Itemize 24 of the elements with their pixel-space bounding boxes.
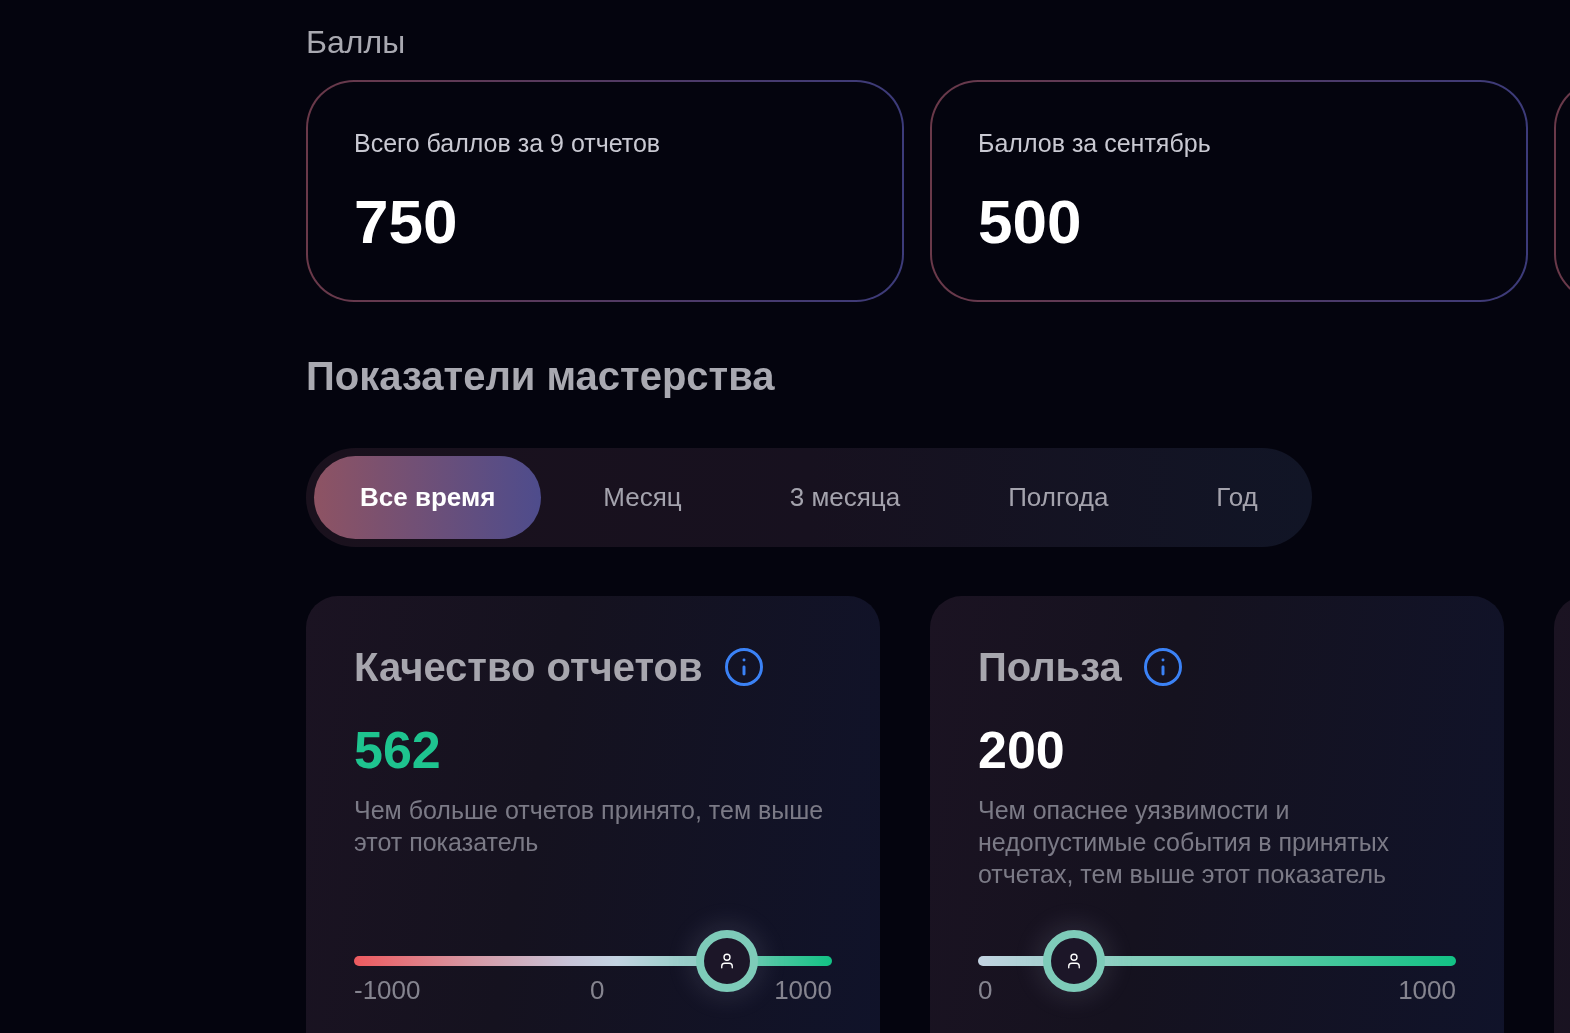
period-tab[interactable]: Полгода xyxy=(962,456,1155,539)
metric-description: Чем больше отчетов принято, тем выше этот показатель xyxy=(354,795,825,858)
score-value: 750 xyxy=(354,188,458,255)
period-tab[interactable]: 3 месяца xyxy=(743,456,947,539)
metric-value: 200 xyxy=(978,721,1065,779)
scale-label: 0 xyxy=(978,976,993,1004)
period-tab[interactable]: Месяц xyxy=(557,456,728,539)
metric-title: Польза xyxy=(978,644,1122,690)
section-title: Показатели мастерства xyxy=(306,353,775,399)
scale-label: 0 xyxy=(590,976,605,1004)
metric-value: 562 xyxy=(354,721,441,779)
info-icon[interactable] xyxy=(1141,646,1184,688)
period-tab[interactable]: Все время xyxy=(314,456,542,539)
scale-label: 1000 xyxy=(1398,976,1456,1004)
scale-label: -1000 xyxy=(354,976,421,1004)
score-label: Всего баллов за 9 отчетов xyxy=(354,128,661,159)
scale-label: 1000 xyxy=(774,976,832,1004)
metric-description: Чем опаснее уязвимости и недопустимые события в принятых отчетах, тем выше этот показатель xyxy=(978,795,1391,890)
section-title: Баллы xyxy=(306,24,406,60)
period-tab[interactable]: Год xyxy=(1170,456,1304,539)
score-label: Баллов за сентябрь xyxy=(978,128,1211,159)
info-icon[interactable] xyxy=(722,646,765,688)
score-value: 500 xyxy=(978,188,1082,255)
metric-title: Качество отчетов xyxy=(354,644,703,690)
